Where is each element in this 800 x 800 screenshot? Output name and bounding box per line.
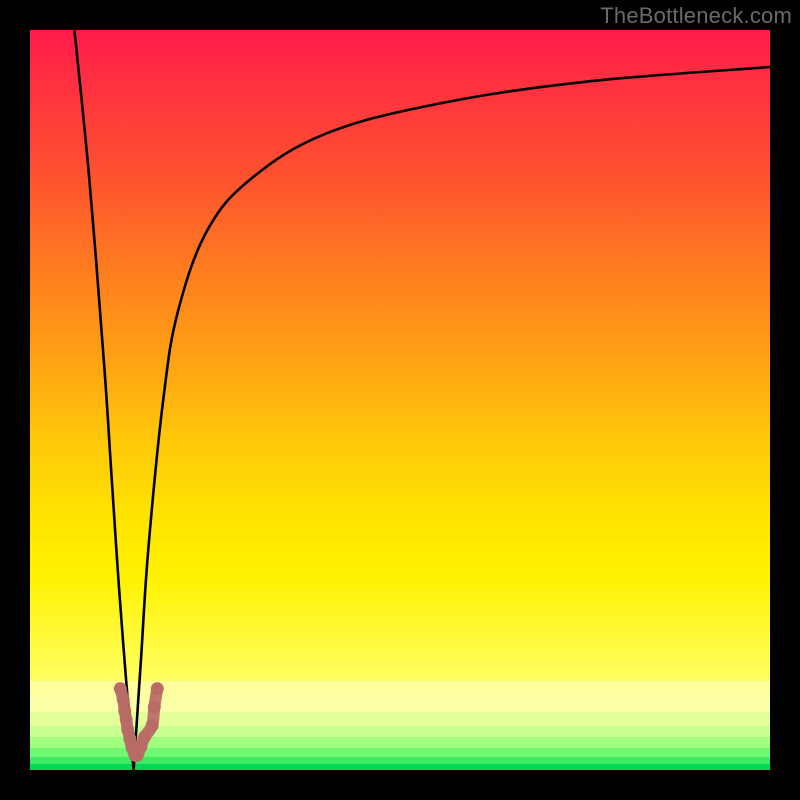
watermark-text: TheBottleneck.com (600, 3, 792, 29)
curve-right-branch (134, 67, 770, 770)
chart-frame: TheBottleneck.com (0, 0, 800, 800)
bottleneck-curve (74, 30, 770, 770)
chart-svg (30, 30, 770, 770)
plot-area (30, 30, 770, 770)
curve-left-branch (74, 30, 133, 770)
